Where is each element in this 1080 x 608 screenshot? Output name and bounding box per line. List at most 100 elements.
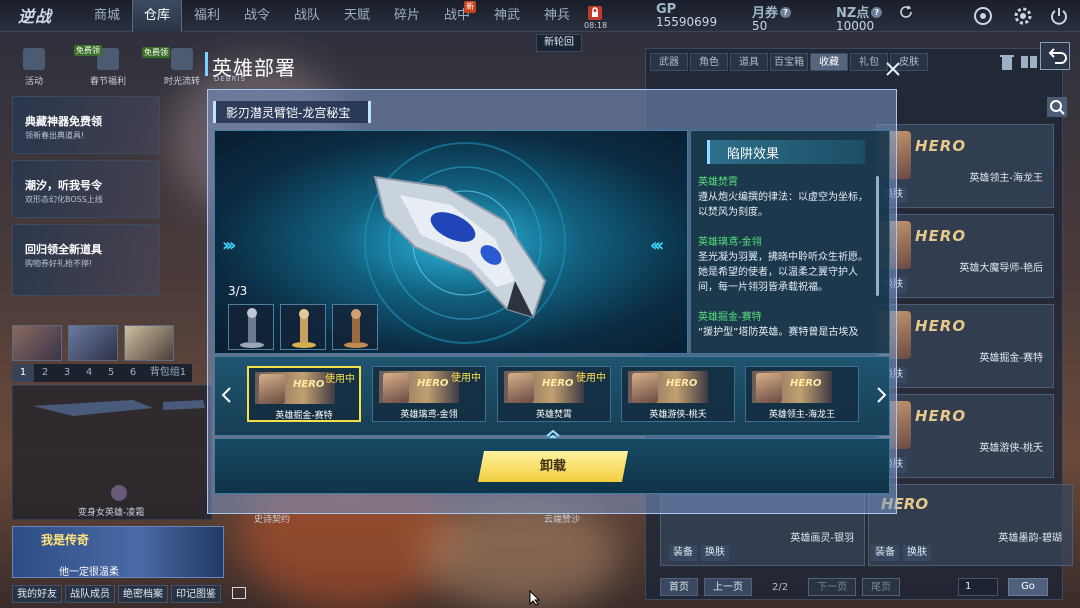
unload-button[interactable]: 卸载 <box>478 451 628 482</box>
mail-icon[interactable] <box>232 587 246 599</box>
skin-button[interactable]: 换肤 <box>903 545 931 561</box>
in-use-label: 使用中 <box>451 373 481 384</box>
hero-portrait <box>383 373 409 403</box>
target-icon[interactable] <box>972 5 994 27</box>
hero-card[interactable]: HERO 英雄掘金-赛特 换肤 <box>876 304 1054 388</box>
help-icon[interactable]: ? <box>871 7 883 18</box>
effect-entry: 英雄璃鸢-金翎 圣光凝为羽翼，拂晓中聆听众生祈愿。她是希望的使者，以温柔之翼守护… <box>698 237 868 293</box>
hero-card[interactable]: HERO 英雄大魔导师-艳后 换肤 <box>876 214 1054 298</box>
character-row <box>12 325 174 361</box>
deploy-count: 3/3 <box>228 284 248 298</box>
first-page-button[interactable]: 首页 <box>660 578 698 596</box>
arrow-left-icon[interactable] <box>220 386 234 404</box>
friends-button[interactable]: 我的好友 <box>12 585 62 603</box>
free-tag: 免费领 <box>74 45 102 56</box>
backpack-tab[interactable]: 1 <box>12 364 34 382</box>
calendar-icon <box>23 48 45 70</box>
next-page-button[interactable]: 下一页 <box>808 578 857 596</box>
figure-thumb[interactable] <box>280 304 326 350</box>
hero-portrait <box>632 373 658 403</box>
last-page-button[interactable]: 尾页 <box>862 578 901 596</box>
power-icon[interactable] <box>1048 5 1070 27</box>
nav-item-fragments[interactable]: 碎片 <box>382 0 432 32</box>
chevron-left-icon: ‹‹‹ <box>650 235 664 256</box>
chevron-right-icon: ››› <box>222 235 236 256</box>
effect-header-title: 陷阱效果 <box>727 147 780 162</box>
refresh-icon[interactable] <box>898 4 914 20</box>
tab-collection[interactable]: 收藏 <box>810 53 848 71</box>
secret-files-button[interactable]: 绝密档案 <box>118 585 168 603</box>
backpack-tab[interactable]: 5 <box>100 364 122 382</box>
legend-banner[interactable]: 我是传奇 他一定很温柔 <box>12 526 224 578</box>
back-arrow-icon <box>1048 48 1067 64</box>
main-nav: 商城 仓库 福利 战令 战队 天赋 碎片 战中新 神武 神兵 <box>82 0 582 32</box>
character-thumb[interactable] <box>124 325 174 361</box>
figure-thumb[interactable] <box>228 304 274 350</box>
effect-entry: 英雄焚霄 遵从炮火编撰的律法：以虚空为坐标，以焚风为刻度。 <box>698 177 868 218</box>
layout-icon[interactable] <box>1018 52 1040 72</box>
hero-slot[interactable]: HERO 英雄领主-海龙王 <box>745 366 859 422</box>
backpack-tab[interactable]: 6 <box>122 364 144 382</box>
hero-slot[interactable]: HERO 使用中 英雄焚霄 <box>497 366 611 422</box>
nav-item-shop[interactable]: 商城 <box>82 0 132 32</box>
character-thumb[interactable] <box>12 325 62 361</box>
tab-characters[interactable]: 角色 <box>690 53 728 71</box>
gear-icon[interactable] <box>1012 5 1034 27</box>
modal-subtitle: DEBRIS <box>214 75 246 83</box>
nav-item-welfare[interactable]: 福利 <box>182 0 232 32</box>
lock-icon[interactable] <box>586 4 604 22</box>
hero-card[interactable]: HERO 英雄墨韵-碧瑚 装备 换肤 <box>868 484 1073 566</box>
equip-button[interactable]: 装备 <box>871 545 899 561</box>
close-icon[interactable] <box>884 60 902 78</box>
nav-item-divine-martial[interactable]: 神武 <box>482 0 532 32</box>
hero-slot[interactable]: HERO 使用中 英雄掘金-赛特 <box>247 366 361 422</box>
nav-item-battle[interactable]: 战中新 <box>432 0 482 32</box>
nav-item-battlepass[interactable]: 战令 <box>232 0 282 32</box>
trash-icon[interactable] <box>996 52 1018 72</box>
hero-card[interactable]: HERO 英雄游侠-桃夭 换肤 <box>876 394 1054 478</box>
search-button[interactable] <box>1047 97 1067 117</box>
lock-time: 08:18 <box>584 21 608 30</box>
nav-item-divine-weapon[interactable]: 神兵 <box>532 0 582 32</box>
nav-item-warehouse[interactable]: 仓库 <box>132 0 182 32</box>
tab-items[interactable]: 道具 <box>730 53 768 71</box>
back-button[interactable] <box>1040 42 1070 70</box>
tab-treasure[interactable]: 百宝箱 <box>770 53 808 71</box>
promo-banner[interactable]: 典藏神器免费领 领新春出典道具! <box>12 96 160 154</box>
hero-slot[interactable]: HERO 英雄游侠-桃夭 <box>621 366 735 422</box>
new-badge: 新 <box>464 1 476 13</box>
effect-scrollbar[interactable] <box>876 176 879 296</box>
backpack-tab[interactable]: 2 <box>34 364 56 382</box>
activity-item[interactable]: 活动 <box>14 48 54 87</box>
tab-gifts[interactable]: 礼包 <box>850 53 888 71</box>
promo-banner[interactable]: 潮汐，听我号令 双形态幻化BOSS上线 <box>12 160 160 218</box>
hero-portrait <box>508 373 534 403</box>
hero-slot[interactable]: HERO 使用中 英雄璃鸢-金翎 <box>372 366 486 422</box>
backpack-tab[interactable]: 4 <box>78 364 100 382</box>
figure-thumb[interactable] <box>332 304 378 350</box>
promo-banner[interactable]: 回归领全新道具 购物券好礼抢不停! <box>12 224 160 296</box>
arrow-right-icon[interactable] <box>874 386 888 404</box>
backpack-tab[interactable]: 3 <box>56 364 78 382</box>
page-number-input[interactable]: 1 <box>958 578 998 596</box>
game-logo: 逆战 <box>18 7 53 26</box>
coupon-currency: 月券? 50 <box>752 2 792 33</box>
hero-card[interactable]: HERO 英雄领主-海龙王 换肤 <box>876 124 1054 208</box>
prev-page-button[interactable]: 上一页 <box>704 578 752 596</box>
nav-item-team[interactable]: 战队 <box>282 0 332 32</box>
background-scene <box>420 500 620 608</box>
character-thumb[interactable] <box>68 325 118 361</box>
skin-button[interactable]: 换肤 <box>701 545 729 561</box>
hourglass-icon <box>171 48 193 70</box>
go-button[interactable]: Go <box>1008 578 1048 596</box>
nav-item-talent[interactable]: 天赋 <box>332 0 382 32</box>
team-members-button[interactable]: 战队成员 <box>65 585 115 603</box>
equip-button[interactable]: 装备 <box>669 545 697 561</box>
tab-weapons[interactable]: 武器 <box>650 53 688 71</box>
nav-tooltip: 新轮回 <box>536 34 582 52</box>
backpack-tabs: 1 2 3 4 5 6 背包组1 <box>12 364 192 382</box>
help-icon[interactable]: ? <box>780 7 792 18</box>
backpack-tab[interactable]: 背包组1 <box>144 364 192 382</box>
title-accent <box>205 52 208 76</box>
mark-collection-button[interactable]: 印记图鉴 <box>171 585 221 603</box>
